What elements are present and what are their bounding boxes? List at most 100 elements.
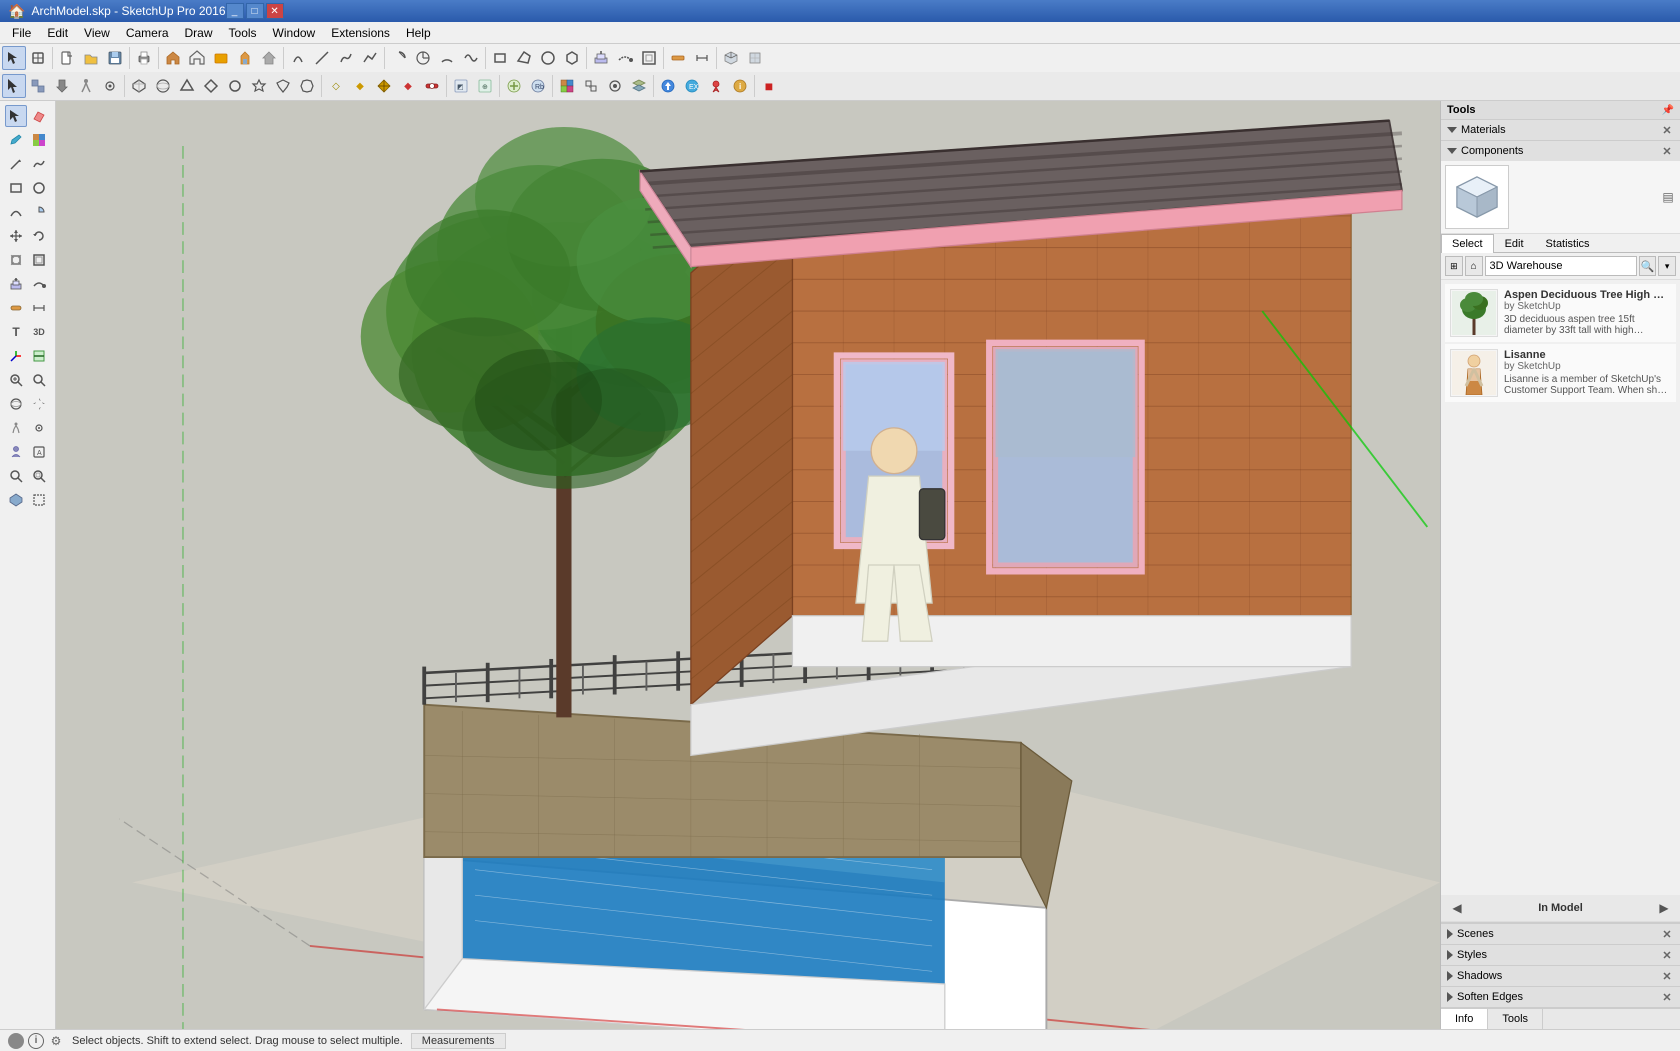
- view-iso-button[interactable]: [719, 46, 743, 70]
- status-info-icon[interactable]: i: [28, 1033, 44, 1049]
- circle-button[interactable]: [536, 46, 560, 70]
- freehand-button[interactable]: [334, 46, 358, 70]
- rectangle-tool-button[interactable]: [488, 46, 512, 70]
- arc-tool-button[interactable]: [286, 46, 310, 70]
- polygon-button[interactable]: [560, 46, 584, 70]
- left-offset-button[interactable]: [28, 249, 50, 271]
- view-top-button[interactable]: [743, 46, 767, 70]
- interact-button[interactable]: [50, 74, 74, 98]
- left-texture-button[interactable]: [28, 129, 50, 151]
- print-button[interactable]: [132, 46, 156, 70]
- left-select-button[interactable]: [5, 105, 27, 127]
- search-button[interactable]: 🔍: [1639, 256, 1657, 276]
- toolbar-btn-10[interactable]: [233, 46, 257, 70]
- canvas-area[interactable]: [56, 101, 1440, 1029]
- toolbar-btn-11[interactable]: [257, 46, 281, 70]
- 3dwarehouse-button[interactable]: [161, 46, 185, 70]
- walk-button[interactable]: [74, 74, 98, 98]
- scenes-close-button[interactable]: ✕: [1660, 927, 1674, 941]
- status-settings-icon[interactable]: ⚙: [48, 1033, 64, 1049]
- left-position-camera-button[interactable]: [5, 441, 27, 463]
- tab-select[interactable]: Select: [1441, 234, 1494, 253]
- left-scale-button[interactable]: [5, 249, 27, 271]
- model-info-button[interactable]: i: [728, 74, 752, 98]
- 3dwarehouse-icon-button[interactable]: [656, 74, 680, 98]
- make-component-button[interactable]: [26, 46, 50, 70]
- menu-camera[interactable]: Camera: [118, 24, 177, 42]
- search-input[interactable]: [1485, 256, 1637, 276]
- minimize-button[interactable]: _: [226, 3, 244, 19]
- close-button[interactable]: ✕: [266, 3, 284, 19]
- left-pushpull-button[interactable]: [5, 273, 27, 295]
- component-options-button[interactable]: ◩: [449, 74, 473, 98]
- pie-button[interactable]: [411, 46, 435, 70]
- select-tool-button[interactable]: [2, 46, 26, 70]
- sandbox-button[interactable]: ■: [757, 74, 781, 98]
- component-attributes-button[interactable]: ⊕: [473, 74, 497, 98]
- left-tape-button[interactable]: [5, 297, 27, 319]
- add-location-button[interactable]: [704, 74, 728, 98]
- make-group-button[interactable]: [26, 74, 50, 98]
- materials-button[interactable]: [555, 74, 579, 98]
- maximize-button[interactable]: □: [246, 3, 264, 19]
- menu-view[interactable]: View: [76, 24, 118, 42]
- left-dim-button[interactable]: [28, 297, 50, 319]
- left-move-button[interactable]: [5, 225, 27, 247]
- soften-edges-header[interactable]: Soften Edges ✕: [1441, 987, 1680, 1007]
- 3d-shape-8[interactable]: [295, 74, 319, 98]
- layers-button[interactable]: [627, 74, 651, 98]
- left-arc-button[interactable]: [5, 201, 27, 223]
- details-button[interactable]: ▾: [1658, 256, 1676, 276]
- look-around-button[interactable]: [98, 74, 122, 98]
- comp-shape-2[interactable]: ◆: [348, 74, 372, 98]
- components-close-button[interactable]: ✕: [1660, 144, 1674, 158]
- left-group-button[interactable]: [28, 489, 50, 511]
- left-rect-button[interactable]: [5, 177, 27, 199]
- view-toggle-button[interactable]: ⊞: [1445, 256, 1463, 276]
- styles-close-button[interactable]: ✕: [1660, 948, 1674, 962]
- components-header[interactable]: Components ✕: [1441, 141, 1680, 161]
- left-pie-button[interactable]: [28, 201, 50, 223]
- comp-shape-4[interactable]: ◆: [396, 74, 420, 98]
- left-3dtext-button[interactable]: 3D: [28, 321, 50, 343]
- extwarehouse-button[interactable]: [185, 46, 209, 70]
- left-section-button[interactable]: [28, 345, 50, 367]
- left-zoom3-button[interactable]: [28, 465, 50, 487]
- comp-expand-button[interactable]: ▤: [1660, 189, 1676, 205]
- home-button[interactable]: ⌂: [1465, 256, 1483, 276]
- 3d-shape-1[interactable]: [127, 74, 151, 98]
- menu-tools[interactable]: Tools: [221, 24, 265, 42]
- left-components-button2[interactable]: [5, 489, 27, 511]
- line-tool-button[interactable]: [310, 46, 334, 70]
- 3d-shape-3[interactable]: [175, 74, 199, 98]
- save-button[interactable]: [103, 46, 127, 70]
- 3d-shape-4[interactable]: [199, 74, 223, 98]
- polyline-button[interactable]: [358, 46, 382, 70]
- extension-warehouse-icon-button[interactable]: EX: [680, 74, 704, 98]
- 3d-scene[interactable]: [56, 101, 1440, 1029]
- left-rotate-button[interactable]: [28, 225, 50, 247]
- menu-help[interactable]: Help: [398, 24, 439, 42]
- left-paint-button[interactable]: [5, 129, 27, 151]
- tab-tools[interactable]: Tools: [1488, 1009, 1543, 1029]
- left-orbit-button[interactable]: [5, 393, 27, 415]
- left-extra-button[interactable]: A: [28, 441, 50, 463]
- 3d-shape-7[interactable]: [271, 74, 295, 98]
- interactive-button[interactable]: [502, 74, 526, 98]
- pushpull-button[interactable]: [589, 46, 613, 70]
- panel-pin-icon[interactable]: 📌: [1662, 105, 1674, 116]
- components-button[interactable]: [579, 74, 603, 98]
- offset-button[interactable]: [637, 46, 661, 70]
- menu-extensions[interactable]: Extensions: [323, 24, 398, 42]
- materials-header[interactable]: Materials ✕: [1441, 120, 1680, 140]
- left-zoom-button[interactable]: [5, 369, 27, 391]
- left-followme-button[interactable]: [28, 273, 50, 295]
- circle-arc-button[interactable]: [387, 46, 411, 70]
- styles-button[interactable]: [603, 74, 627, 98]
- materials-close-button[interactable]: ✕: [1660, 123, 1674, 137]
- new-button[interactable]: [55, 46, 79, 70]
- select-arrow-button[interactable]: [2, 74, 26, 98]
- tape-measure-button[interactable]: [666, 46, 690, 70]
- comp-item-aspen[interactable]: Aspen Deciduous Tree High Pol... by Sket…: [1445, 284, 1676, 342]
- 3d-shape-5[interactable]: [223, 74, 247, 98]
